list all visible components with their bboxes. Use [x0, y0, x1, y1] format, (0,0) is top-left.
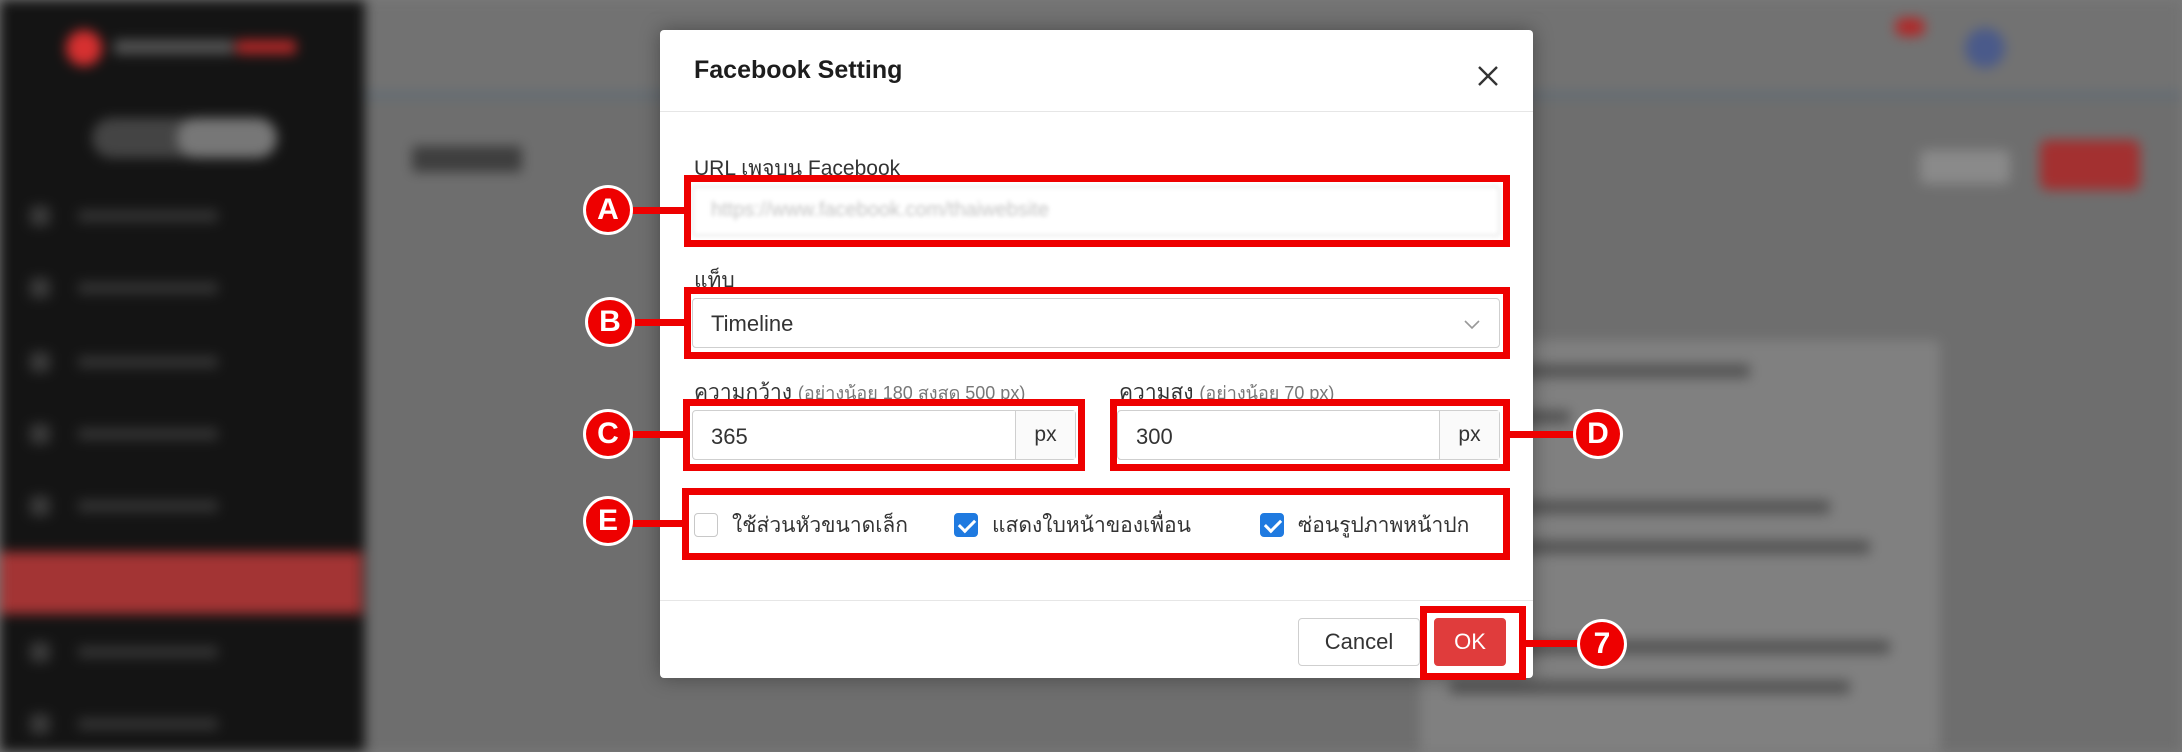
- highlight-width-field: [683, 399, 1085, 471]
- modal-header-divider: [660, 111, 1533, 112]
- cancel-button[interactable]: Cancel: [1298, 618, 1420, 666]
- modal-footer-divider: [660, 600, 1533, 601]
- close-icon[interactable]: [1472, 60, 1504, 92]
- bg-page-heading: [412, 146, 522, 172]
- bg-nav-item: [30, 352, 260, 372]
- annotation-connector: [1507, 431, 1579, 438]
- bg-button: [1920, 150, 2010, 184]
- annotation-connector: [628, 520, 686, 527]
- highlight-ok-button: [1420, 606, 1526, 680]
- annotation-marker-a: A: [586, 188, 630, 232]
- bg-avatar: [1965, 28, 2005, 68]
- highlight-height-field: [1110, 399, 1510, 471]
- annotation-connector: [628, 319, 688, 326]
- bg-nav-item-active: [0, 552, 362, 614]
- annotation-connector: [628, 431, 686, 438]
- bg-nav-item: [30, 206, 260, 226]
- bg-sidebar: [0, 0, 365, 752]
- bg-nav-item: [30, 642, 260, 662]
- bg-nav-item: [30, 496, 260, 516]
- bg-button: [2040, 140, 2140, 190]
- annotation-connector: [1522, 640, 1582, 647]
- annotation-marker-7: 7: [1580, 622, 1624, 666]
- bg-notification-badge: [1895, 18, 1925, 36]
- bg-logo: [66, 30, 306, 66]
- annotation-marker-d: D: [1576, 412, 1620, 456]
- annotation-connector: [628, 207, 688, 214]
- annotation-marker-c: C: [586, 412, 630, 456]
- annotation-marker-e: E: [586, 499, 630, 543]
- bg-nav-item: [30, 714, 260, 734]
- bg-nav-item: [30, 424, 260, 444]
- bg-nav-item: [30, 278, 260, 298]
- highlight-url-field: [684, 175, 1510, 247]
- modal-title: Facebook Setting: [694, 56, 903, 84]
- highlight-checkboxes: [682, 488, 1510, 560]
- highlight-tab-select: [684, 287, 1510, 359]
- annotation-marker-b: B: [588, 300, 632, 344]
- bg-toggle-pill: [92, 118, 277, 158]
